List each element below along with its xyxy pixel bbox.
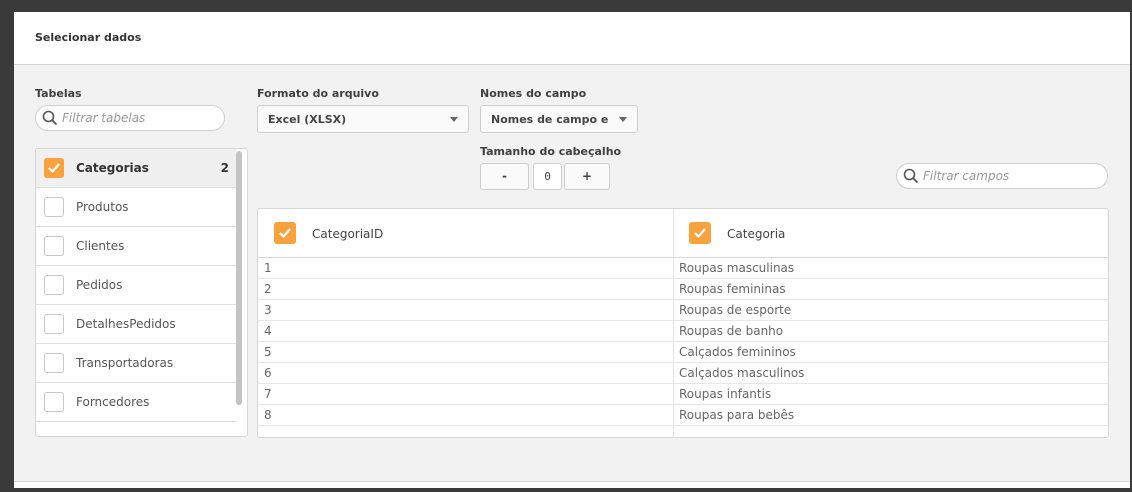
tables-scrollbar[interactable]: [236, 151, 242, 405]
header-size-increment-button[interactable]: +: [564, 163, 610, 190]
table-name: Pedidos: [76, 278, 123, 292]
table-checkbox[interactable]: [44, 197, 64, 217]
file-format-value: Excel (XLSX): [268, 113, 347, 126]
tables-search[interactable]: [35, 105, 225, 131]
field-names-select[interactable]: Nomes de campo e: [480, 105, 638, 133]
tables-label: Tabelas: [35, 87, 82, 100]
check-icon: [48, 163, 60, 173]
table-header: CategoriaID Categoria: [258, 209, 1108, 258]
check-icon: [694, 228, 706, 238]
table-name: Forncedores: [76, 395, 150, 409]
chevron-down-icon: [450, 117, 458, 122]
file-format-select[interactable]: Excel (XLSX): [257, 105, 469, 133]
table-cell: Roupas femininas: [679, 282, 786, 296]
table-item-clientes[interactable]: Clientes: [36, 227, 237, 266]
header-size-input[interactable]: 0: [533, 163, 562, 190]
table-cell: Roupas para bebês: [679, 408, 795, 422]
table-checkbox[interactable]: [44, 353, 64, 373]
table-name: DetalhesPedidos: [76, 317, 176, 331]
table-item-pedidos[interactable]: Pedidos: [36, 266, 237, 305]
header-size-label: Tamanho do cabeçalho: [480, 145, 622, 158]
file-format-label: Formato do arquivo: [257, 87, 379, 100]
table-cell: Calçados masculinos: [679, 366, 805, 380]
table-cell: 1: [264, 261, 272, 275]
field-names-value: Nomes de campo e: [491, 113, 609, 126]
table-item-transportadoras[interactable]: Transportadoras: [36, 344, 237, 383]
data-preview-table: CategoriaID Categoria 1 Roupas masculina…: [257, 208, 1109, 438]
column-checkbox[interactable]: [274, 222, 296, 244]
table-cell: 4: [264, 324, 272, 338]
field-names-label: Nomes do campo: [480, 87, 587, 100]
header-size-decrement-button[interactable]: -: [480, 163, 529, 190]
table-cell: 7: [264, 387, 272, 401]
column-name: CategoriaID: [312, 227, 384, 241]
dialog-title: Selecionar dados: [35, 31, 142, 44]
chevron-down-icon: [619, 117, 627, 122]
table-row: 7 Roupas infantis: [258, 384, 1108, 405]
table-cell: Calçados femininos: [679, 345, 796, 359]
dialog-header: Selecionar dados: [14, 12, 1130, 65]
table-row: 8 Roupas para bebês: [258, 405, 1108, 426]
tables-list: Categorias 2 Produtos Clientes Pedidos D…: [35, 148, 248, 437]
table-name: Transportadoras: [76, 356, 174, 370]
table-cell: 3: [264, 303, 272, 317]
table-row: 6 Calçados masculinos: [258, 363, 1108, 384]
fields-search[interactable]: [896, 163, 1108, 189]
table-cell: Roupas masculinas: [679, 261, 795, 275]
table-item-detalhespedidos[interactable]: DetalhesPedidos: [36, 305, 237, 344]
dialog-footer: [14, 481, 1130, 488]
table-row: 1 Roupas masculinas: [258, 258, 1108, 279]
table-cell: Roupas de esporte: [679, 303, 792, 317]
column-header-categoriaid[interactable]: CategoriaID: [258, 209, 673, 257]
table-item-categorias[interactable]: Categorias 2: [36, 149, 237, 188]
table-cell: Roupas infantis: [679, 387, 772, 401]
table-cell: 2: [264, 282, 272, 296]
column-header-categoria[interactable]: Categoria: [673, 209, 1108, 257]
table-checkbox[interactable]: [44, 392, 64, 412]
select-data-dialog: Selecionar dados Tabelas Categorias 2 Pr…: [14, 12, 1130, 488]
search-icon: [903, 168, 919, 184]
table-item-forncedores[interactable]: Forncedores: [36, 383, 237, 422]
table-checkbox[interactable]: [44, 314, 64, 334]
table-name: Categorias: [76, 161, 149, 175]
column-checkbox[interactable]: [689, 222, 711, 244]
table-name: Produtos: [76, 200, 129, 214]
table-cell: 5: [264, 345, 272, 359]
table-cell: 6: [264, 366, 272, 380]
table-cell: Roupas de banho: [679, 324, 784, 338]
table-row: 4 Roupas de banho: [258, 321, 1108, 342]
fields-filter-input[interactable]: [923, 167, 1095, 185]
table-checkbox[interactable]: [44, 275, 64, 295]
table-item-produtos[interactable]: Produtos: [36, 188, 237, 227]
search-icon: [42, 110, 58, 126]
table-row: 3 Roupas de esporte: [258, 300, 1108, 321]
column-name: Categoria: [727, 227, 786, 241]
table-row: 2 Roupas femininas: [258, 279, 1108, 300]
table-row: 5 Calçados femininos: [258, 342, 1108, 363]
table-checkbox[interactable]: [44, 236, 64, 256]
table-selected-count: 2: [220, 161, 229, 175]
table-cell: 8: [264, 408, 272, 422]
check-icon: [279, 228, 291, 238]
tables-filter-input[interactable]: [62, 109, 212, 127]
table-checkbox[interactable]: [44, 158, 64, 178]
table-name: Clientes: [76, 239, 125, 253]
